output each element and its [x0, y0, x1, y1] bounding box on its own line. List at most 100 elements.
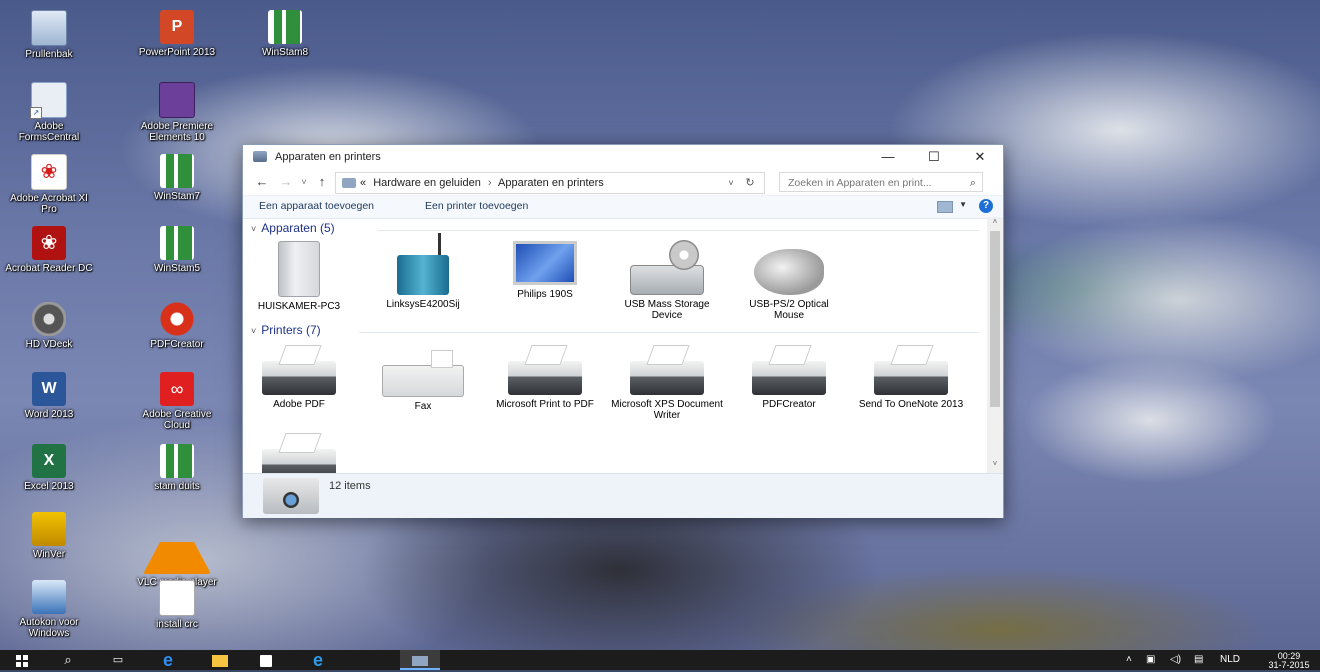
- scroll-thumb[interactable]: [990, 231, 1000, 407]
- desktop-icon-acrobat-reader[interactable]: ❀ Acrobat Reader DC: [4, 226, 94, 274]
- details-pane: 12 items: [243, 473, 1003, 518]
- desktop-icon-label: Excel 2013: [24, 481, 74, 492]
- devices-printers-taskbar-button[interactable]: [400, 650, 440, 670]
- recent-locations-button[interactable]: ˅: [295, 173, 313, 191]
- address-bar[interactable]: « Hardware en geluiden › Apparaten en pr…: [335, 172, 765, 194]
- scroll-up-button[interactable]: ˄: [987, 217, 1003, 231]
- printer-item[interactable]: Microsoft Print to PDF: [489, 343, 601, 410]
- desktop-icon-stam-duits[interactable]: stam duits: [132, 444, 222, 492]
- desktop-icon-word[interactable]: W Word 2013: [4, 372, 94, 420]
- up-button[interactable]: ↑: [313, 173, 331, 191]
- chevron-down-icon: ˅: [251, 326, 257, 336]
- device-item[interactable]: USB-PS/2 Optical Mouse: [733, 241, 845, 321]
- search-icon[interactable]: ⌕: [970, 173, 976, 193]
- store-button[interactable]: [246, 650, 286, 670]
- desktop-icon-adobe-premiere[interactable]: Adobe Premiere Elements 10: [132, 82, 222, 143]
- address-dropdown[interactable]: ˅: [724, 173, 738, 193]
- printer-item[interactable]: Fax: [367, 343, 479, 412]
- powerpoint-icon: P: [160, 10, 194, 44]
- devices-printers-icon: [253, 151, 267, 162]
- show-hidden-icons-button[interactable]: ˄: [1126, 650, 1132, 670]
- breadcrumb-separator[interactable]: ›: [488, 177, 492, 189]
- desktop-icon-winstam7[interactable]: WinStam7: [132, 154, 222, 202]
- winstam-icon: [160, 226, 194, 260]
- printer-item[interactable]: Microsoft XPS Document Writer: [611, 343, 723, 421]
- devices-printers-icon: [412, 655, 428, 666]
- help-icon[interactable]: ?: [979, 199, 993, 213]
- back-button[interactable]: ←: [253, 173, 271, 191]
- creative-cloud-icon: ∞: [160, 372, 194, 406]
- device-item[interactable]: USB Mass Storage Device: [611, 240, 723, 321]
- device-item[interactable]: LinksysE4200Sij: [367, 233, 479, 310]
- pdfcreator-icon: [160, 302, 194, 336]
- volume-icon[interactable]: ◁): [1170, 650, 1181, 670]
- desktop-icon-install-crc[interactable]: install crc: [132, 580, 222, 630]
- add-printer-button[interactable]: Een printer toevoegen: [425, 200, 528, 212]
- action-center-icon[interactable]: ▤: [1194, 650, 1203, 670]
- printer-item[interactable]: Adobe PDF: [243, 343, 355, 410]
- desktop-icon-adobe-formscentral[interactable]: ↗ Adobe FormsCentral: [4, 82, 94, 143]
- printer-item[interactable]: Send To OneNote 2013: [855, 343, 967, 410]
- printer-icon: [262, 361, 336, 395]
- vertical-scrollbar[interactable]: ˄ ˅: [987, 217, 1003, 473]
- edge-icon[interactable]: e: [148, 650, 188, 670]
- internet-explorer-icon[interactable]: e: [298, 650, 338, 670]
- network-icon[interactable]: ▣: [1146, 650, 1155, 670]
- printer-item[interactable]: PDFCreator: [733, 343, 845, 410]
- monitor-icon: [513, 241, 577, 285]
- desktop-icon-vlc[interactable]: VLC media player: [132, 508, 222, 588]
- desktop-icon-label: Adobe Creative Cloud: [142, 409, 212, 431]
- desktop-icon-winver[interactable]: WinVer: [4, 512, 94, 560]
- clock[interactable]: 00:29 31-7-2015: [1262, 652, 1316, 672]
- start-button[interactable]: [2, 650, 42, 670]
- windows-logo-icon: [16, 654, 28, 667]
- device-item[interactable]: HUISKAMER-PC3: [243, 241, 355, 312]
- desktop-icon-winstam5[interactable]: WinStam5: [132, 226, 222, 274]
- maximize-button[interactable]: ☐: [911, 145, 957, 169]
- devices-content: ˅ Apparaten (5) HUISKAMER-PC3 LinksysE420…: [243, 217, 987, 473]
- breadcrumb-overflow[interactable]: «: [360, 177, 366, 189]
- search-input[interactable]: Zoeken in Apparaten en print... ⌕: [779, 172, 983, 192]
- minimize-button[interactable]: —: [865, 145, 911, 169]
- printer-icon: [630, 361, 704, 395]
- printer-item[interactable]: [243, 431, 355, 473]
- winstam-icon: [160, 444, 194, 478]
- desktop-icon-excel[interactable]: X Excel 2013: [4, 444, 94, 492]
- refresh-icon[interactable]: ↻: [742, 173, 758, 193]
- search-icon[interactable]: ⌕: [48, 650, 88, 670]
- file-explorer-button[interactable]: [200, 650, 240, 670]
- change-view-icon[interactable]: [937, 201, 953, 213]
- add-device-button[interactable]: Een apparaat toevoegen: [259, 200, 374, 212]
- desktop-icon-creative-cloud[interactable]: ∞ Adobe Creative Cloud: [132, 372, 222, 431]
- desktop-icon-autokon[interactable]: Autokon voor Windows: [4, 580, 94, 639]
- taskbar: ⌕ ▭ e e ˄ ▣ ◁) ▤ NLD 00:29 31-7-2015: [0, 650, 1320, 670]
- desktop-icon-winstam8[interactable]: WinStam8: [240, 10, 330, 58]
- desktop-icon-label: WinVer: [32, 549, 66, 560]
- excel-icon: X: [32, 444, 66, 478]
- desktop-icon-adobe-acrobat[interactable]: ❀ Adobe Acrobat XI Pro: [4, 154, 94, 215]
- group-header-printers[interactable]: ˅ Printers (7): [251, 323, 979, 341]
- breadcrumb-hardware[interactable]: Hardware en geluiden: [373, 177, 481, 189]
- desktop-icon-recycle-bin[interactable]: Prullenbak: [4, 10, 94, 60]
- winstam-icon: [160, 154, 194, 188]
- desktop-icon-pdfcreator[interactable]: PDFCreator: [132, 302, 222, 350]
- scroll-down-button[interactable]: ˅: [987, 459, 1003, 473]
- device-item[interactable]: Philips 190S: [489, 241, 601, 300]
- view-options-dropdown[interactable]: ▼: [959, 200, 967, 209]
- input-language-indicator[interactable]: NLD: [1220, 650, 1240, 670]
- printer-label: Microsoft Print to PDF: [496, 399, 594, 410]
- fax-icon: [382, 350, 464, 397]
- usb-storage-icon: [630, 240, 704, 295]
- forward-button[interactable]: →: [277, 173, 295, 191]
- breadcrumb-devices[interactable]: Apparaten en printers: [498, 177, 604, 189]
- task-view-icon[interactable]: ▭: [98, 650, 138, 670]
- desktop-icon-powerpoint[interactable]: P PowerPoint 2013: [132, 10, 222, 58]
- device-label: Philips 190S: [517, 289, 573, 300]
- close-button[interactable]: ✕: [957, 145, 1003, 169]
- group-header-devices[interactable]: ˅ Apparaten (5): [251, 221, 979, 239]
- title-bar[interactable]: Apparaten en printers — ☐ ✕: [243, 145, 1003, 169]
- desktop-icon-hd-vdeck[interactable]: HD VDeck: [4, 302, 94, 350]
- printer-label: Adobe PDF: [273, 399, 325, 410]
- adobe-premiere-icon: [159, 82, 195, 118]
- desktop-icon-label: Autokon voor Windows: [19, 617, 79, 639]
